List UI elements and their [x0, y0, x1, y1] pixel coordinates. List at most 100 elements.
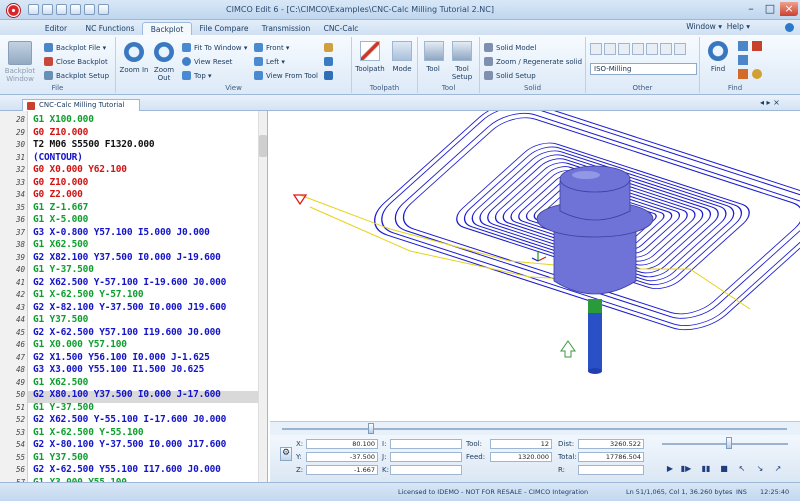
code-line[interactable]: G2 X62.500 Y-57.100 I-19.600 J0.000: [33, 277, 226, 288]
isometric-view-button[interactable]: [324, 71, 336, 80]
code-line[interactable]: G2 X-62.500 Y55.100 I17.600 J0.000: [33, 464, 221, 475]
grid-icon[interactable]: [590, 43, 602, 55]
code-line[interactable]: G1 Y37.500: [33, 314, 88, 325]
measure-icon[interactable]: [646, 43, 658, 55]
code-line[interactable]: G1 Y37.500: [33, 452, 88, 463]
left-view-button[interactable]: Left ▾: [254, 57, 285, 66]
code-line[interactable]: G0 Z2.000: [33, 189, 83, 200]
speed-slider[interactable]: [662, 443, 788, 445]
code-line[interactable]: G2 X62.500 Y-55.100 I-17.600 J0.000: [33, 414, 226, 425]
tool-icon[interactable]: [424, 41, 444, 61]
code-line[interactable]: G1 X62.500: [33, 377, 88, 388]
toolpath-button[interactable]: Toolpath: [352, 65, 388, 73]
close-backplot-button[interactable]: Close Backplot: [44, 57, 108, 66]
code-line[interactable]: G2 X-82.100 Y-37.500 I0.000 J19.600: [33, 302, 226, 313]
zoom-in-button[interactable]: Zoom In: [118, 66, 150, 74]
help-icon[interactable]: [785, 23, 794, 32]
save-icon[interactable]: [56, 4, 67, 15]
zoom-regenerate-button[interactable]: Zoom / Regenerate solid: [484, 57, 582, 66]
tab-nav-icons[interactable]: ◂ ▸ ×: [760, 98, 780, 107]
slider-thumb[interactable]: [368, 423, 374, 434]
view-from-tool-button[interactable]: View From Tool: [254, 71, 318, 80]
code-line[interactable]: G2 X1.500 Y56.100 I0.000 J-1.625: [33, 352, 210, 363]
code-line[interactable]: G1 Y-37.500: [33, 402, 94, 413]
backplot-3d-view[interactable]: [270, 101, 800, 421]
simulation-slider[interactable]: [270, 421, 800, 435]
code-line[interactable]: G1 X100.000: [33, 114, 94, 125]
tab-editor[interactable]: Editor: [34, 22, 78, 35]
zoom-in-icon[interactable]: [124, 42, 144, 62]
fit-to-window-button[interactable]: Fit To Window ▾: [182, 43, 247, 52]
open-file-icon[interactable]: [42, 4, 53, 15]
code-line[interactable]: G2 X82.100 Y37.500 I0.000 J-19.600: [33, 252, 221, 263]
fast-forward-icon[interactable]: ↘: [754, 463, 766, 474]
code-line[interactable]: (CONTOUR): [33, 152, 83, 163]
mode-button[interactable]: Mode: [386, 65, 418, 73]
tab-cnc-calc[interactable]: CNC-Calc: [318, 22, 364, 35]
nc-code-editor[interactable]: 28 29 30 31 32 33 34 35 36 37 38 39 40 41 42 43 44 45 46 47…: [0, 111, 268, 500]
tool-button[interactable]: Tool: [418, 65, 448, 73]
bookmark-icon[interactable]: [752, 41, 762, 51]
code-line[interactable]: G3 X-0.800 Y57.100 I5.000 J0.000: [33, 227, 210, 238]
editor-scrollbar-thumb[interactable]: [259, 135, 267, 157]
print-icon[interactable]: [70, 4, 81, 15]
toolpath-icon[interactable]: [360, 41, 380, 61]
view-reset-button[interactable]: View Reset: [182, 57, 232, 66]
play-icon[interactable]: ▶: [664, 463, 676, 474]
backplot-file-button[interactable]: Backplot File ▾: [44, 43, 106, 52]
rewind-icon[interactable]: ↖: [736, 463, 748, 474]
tab-file-compare[interactable]: File Compare: [194, 22, 254, 35]
backplot-window-icon[interactable]: [8, 41, 32, 65]
solid-setup-button[interactable]: Solid Setup: [484, 71, 536, 80]
solid-model-button[interactable]: Solid Model: [484, 43, 536, 52]
tab-transmission[interactable]: Transmission: [256, 22, 316, 35]
axes-icon[interactable]: [604, 43, 616, 55]
find-button[interactable]: Find: [702, 65, 734, 73]
code-line[interactable]: G1 X-62.500 Y-57.100: [33, 289, 144, 300]
code-line[interactable]: G1 X0.000 Y57.100: [33, 339, 127, 350]
backplot-window-button[interactable]: Backplot Window: [2, 67, 38, 83]
find-next-icon[interactable]: [738, 41, 748, 51]
code-line[interactable]: G1 X-62.500 Y-55.100: [33, 427, 144, 438]
end-icon[interactable]: ↗: [772, 463, 784, 474]
find-previous-icon[interactable]: [738, 55, 748, 65]
window-menu[interactable]: Window ▾: [686, 22, 722, 31]
document-tab[interactable]: CNC-Calc Milling Tutorial 2.NC *: [22, 99, 140, 120]
settings-icon[interactable]: [674, 43, 686, 55]
wireframe-icon[interactable]: [618, 43, 630, 55]
pause-icon[interactable]: ▮▮: [700, 463, 712, 474]
code-line[interactable]: G0 X0.000 Y62.100: [33, 164, 127, 175]
code-line[interactable]: G1 Y-37.500: [33, 264, 94, 275]
iso-milling-select[interactable]: ISO-Milling: [590, 63, 697, 75]
backplot-setup-button[interactable]: Backplot Setup: [44, 71, 109, 80]
editor-scrollbar[interactable]: [258, 111, 267, 500]
redo-icon[interactable]: [98, 4, 109, 15]
code-line[interactable]: G2 X-80.100 Y-37.500 I0.000 J17.600: [33, 439, 226, 450]
tool-setup-icon[interactable]: [452, 41, 472, 61]
help-menu[interactable]: Help ▾: [727, 22, 750, 31]
tool-setup-button[interactable]: Tool Setup: [446, 65, 478, 81]
close-icon[interactable]: ×: [780, 2, 798, 16]
step-forward-icon[interactable]: ▮▶: [680, 463, 692, 474]
replace-icon[interactable]: [738, 69, 748, 79]
tab-nc-functions[interactable]: NC Functions: [80, 22, 140, 35]
stop-icon[interactable]: ■: [718, 463, 730, 474]
zoom-out-button[interactable]: Zoom Out: [148, 66, 180, 82]
goto-icon[interactable]: [752, 69, 762, 79]
code-line[interactable]: G0 Z10.000: [33, 127, 88, 138]
find-icon[interactable]: [708, 41, 728, 61]
tab-backplot[interactable]: Backplot: [142, 22, 192, 35]
undo-icon[interactable]: [84, 4, 95, 15]
code-line[interactable]: G3 X3.000 Y55.100 I1.500 J0.625: [33, 364, 204, 375]
code-line[interactable]: G0 Z10.000: [33, 177, 88, 188]
code-line[interactable]: G1 X62.500: [33, 239, 88, 250]
new-file-icon[interactable]: [28, 4, 39, 15]
orbit-view-button[interactable]: [324, 57, 336, 66]
edit-view-button[interactable]: [324, 43, 336, 52]
tool-info-icon[interactable]: ⚙: [280, 447, 292, 461]
code-line[interactable]: G1 X-5.000: [33, 214, 88, 225]
code-line[interactable]: T2 M06 S5500 F1320.000: [33, 139, 155, 150]
code-line[interactable]: G2 X-62.500 Y57.100 I19.600 J0.000: [33, 327, 221, 338]
code-line[interactable]: G1 Z-1.667: [33, 202, 88, 213]
speed-slider-thumb[interactable]: [726, 437, 732, 449]
